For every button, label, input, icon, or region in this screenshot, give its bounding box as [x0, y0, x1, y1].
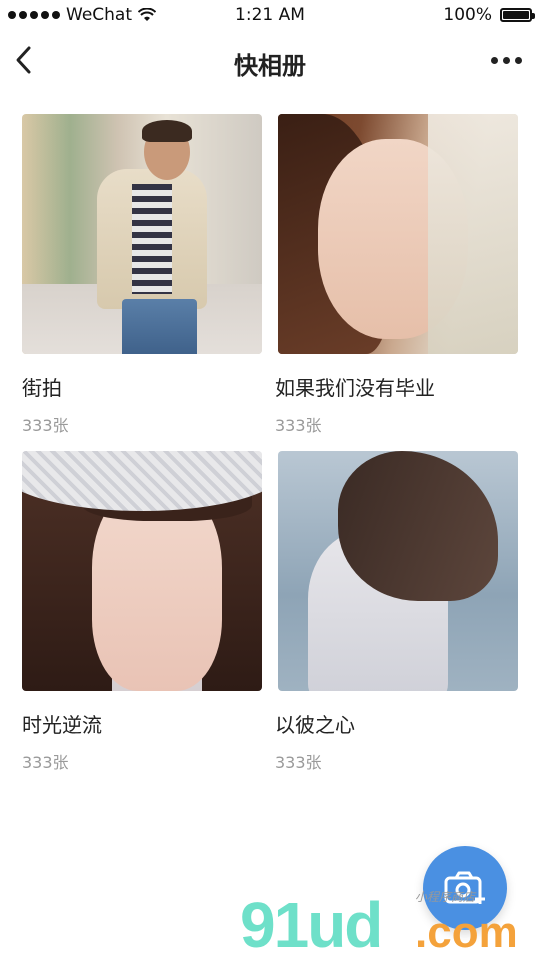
- more-horizontal-icon: [490, 56, 498, 64]
- album-item[interactable]: 街拍 333张: [22, 114, 262, 436]
- battery-percent: 100%: [443, 5, 492, 25]
- album-name: 如果我们没有毕业: [275, 376, 435, 400]
- watermark-suffix: .com: [415, 908, 518, 957]
- watermark: 91ud 小程序商店 .com: [240, 888, 540, 960]
- album-name: 时光逆流: [22, 713, 102, 737]
- album-count: 333张: [275, 416, 322, 435]
- battery-icon: [500, 8, 535, 22]
- app-screen: WeChat 1:21 AM 100% 快相册 街拍 333张 如果我们没有毕业…: [0, 0, 540, 960]
- watermark-small-text: 小程序商店: [415, 890, 476, 904]
- album-cover-image[interactable]: [22, 451, 262, 691]
- status-bar: WeChat 1:21 AM 100%: [0, 0, 540, 30]
- album-name: 以彼之心: [275, 713, 355, 737]
- album-cover-image[interactable]: [22, 114, 262, 354]
- album-cover-image[interactable]: [278, 451, 518, 691]
- album-cover-image[interactable]: [278, 114, 518, 354]
- nav-bar: 快相册: [0, 30, 540, 92]
- album-count: 333张: [22, 416, 69, 435]
- album-item[interactable]: 以彼之心 333张: [275, 451, 518, 773]
- watermark-text: 91ud: [240, 889, 383, 960]
- album-item[interactable]: 如果我们没有毕业 333张: [275, 114, 518, 436]
- album-item[interactable]: 时光逆流 333张: [22, 451, 262, 773]
- more-button[interactable]: [488, 50, 524, 70]
- album-count: 333张: [22, 753, 69, 772]
- album-name: 街拍: [22, 376, 62, 400]
- page-title: 快相册: [234, 52, 306, 80]
- status-right: 100%: [443, 5, 535, 25]
- album-count: 333张: [275, 753, 322, 772]
